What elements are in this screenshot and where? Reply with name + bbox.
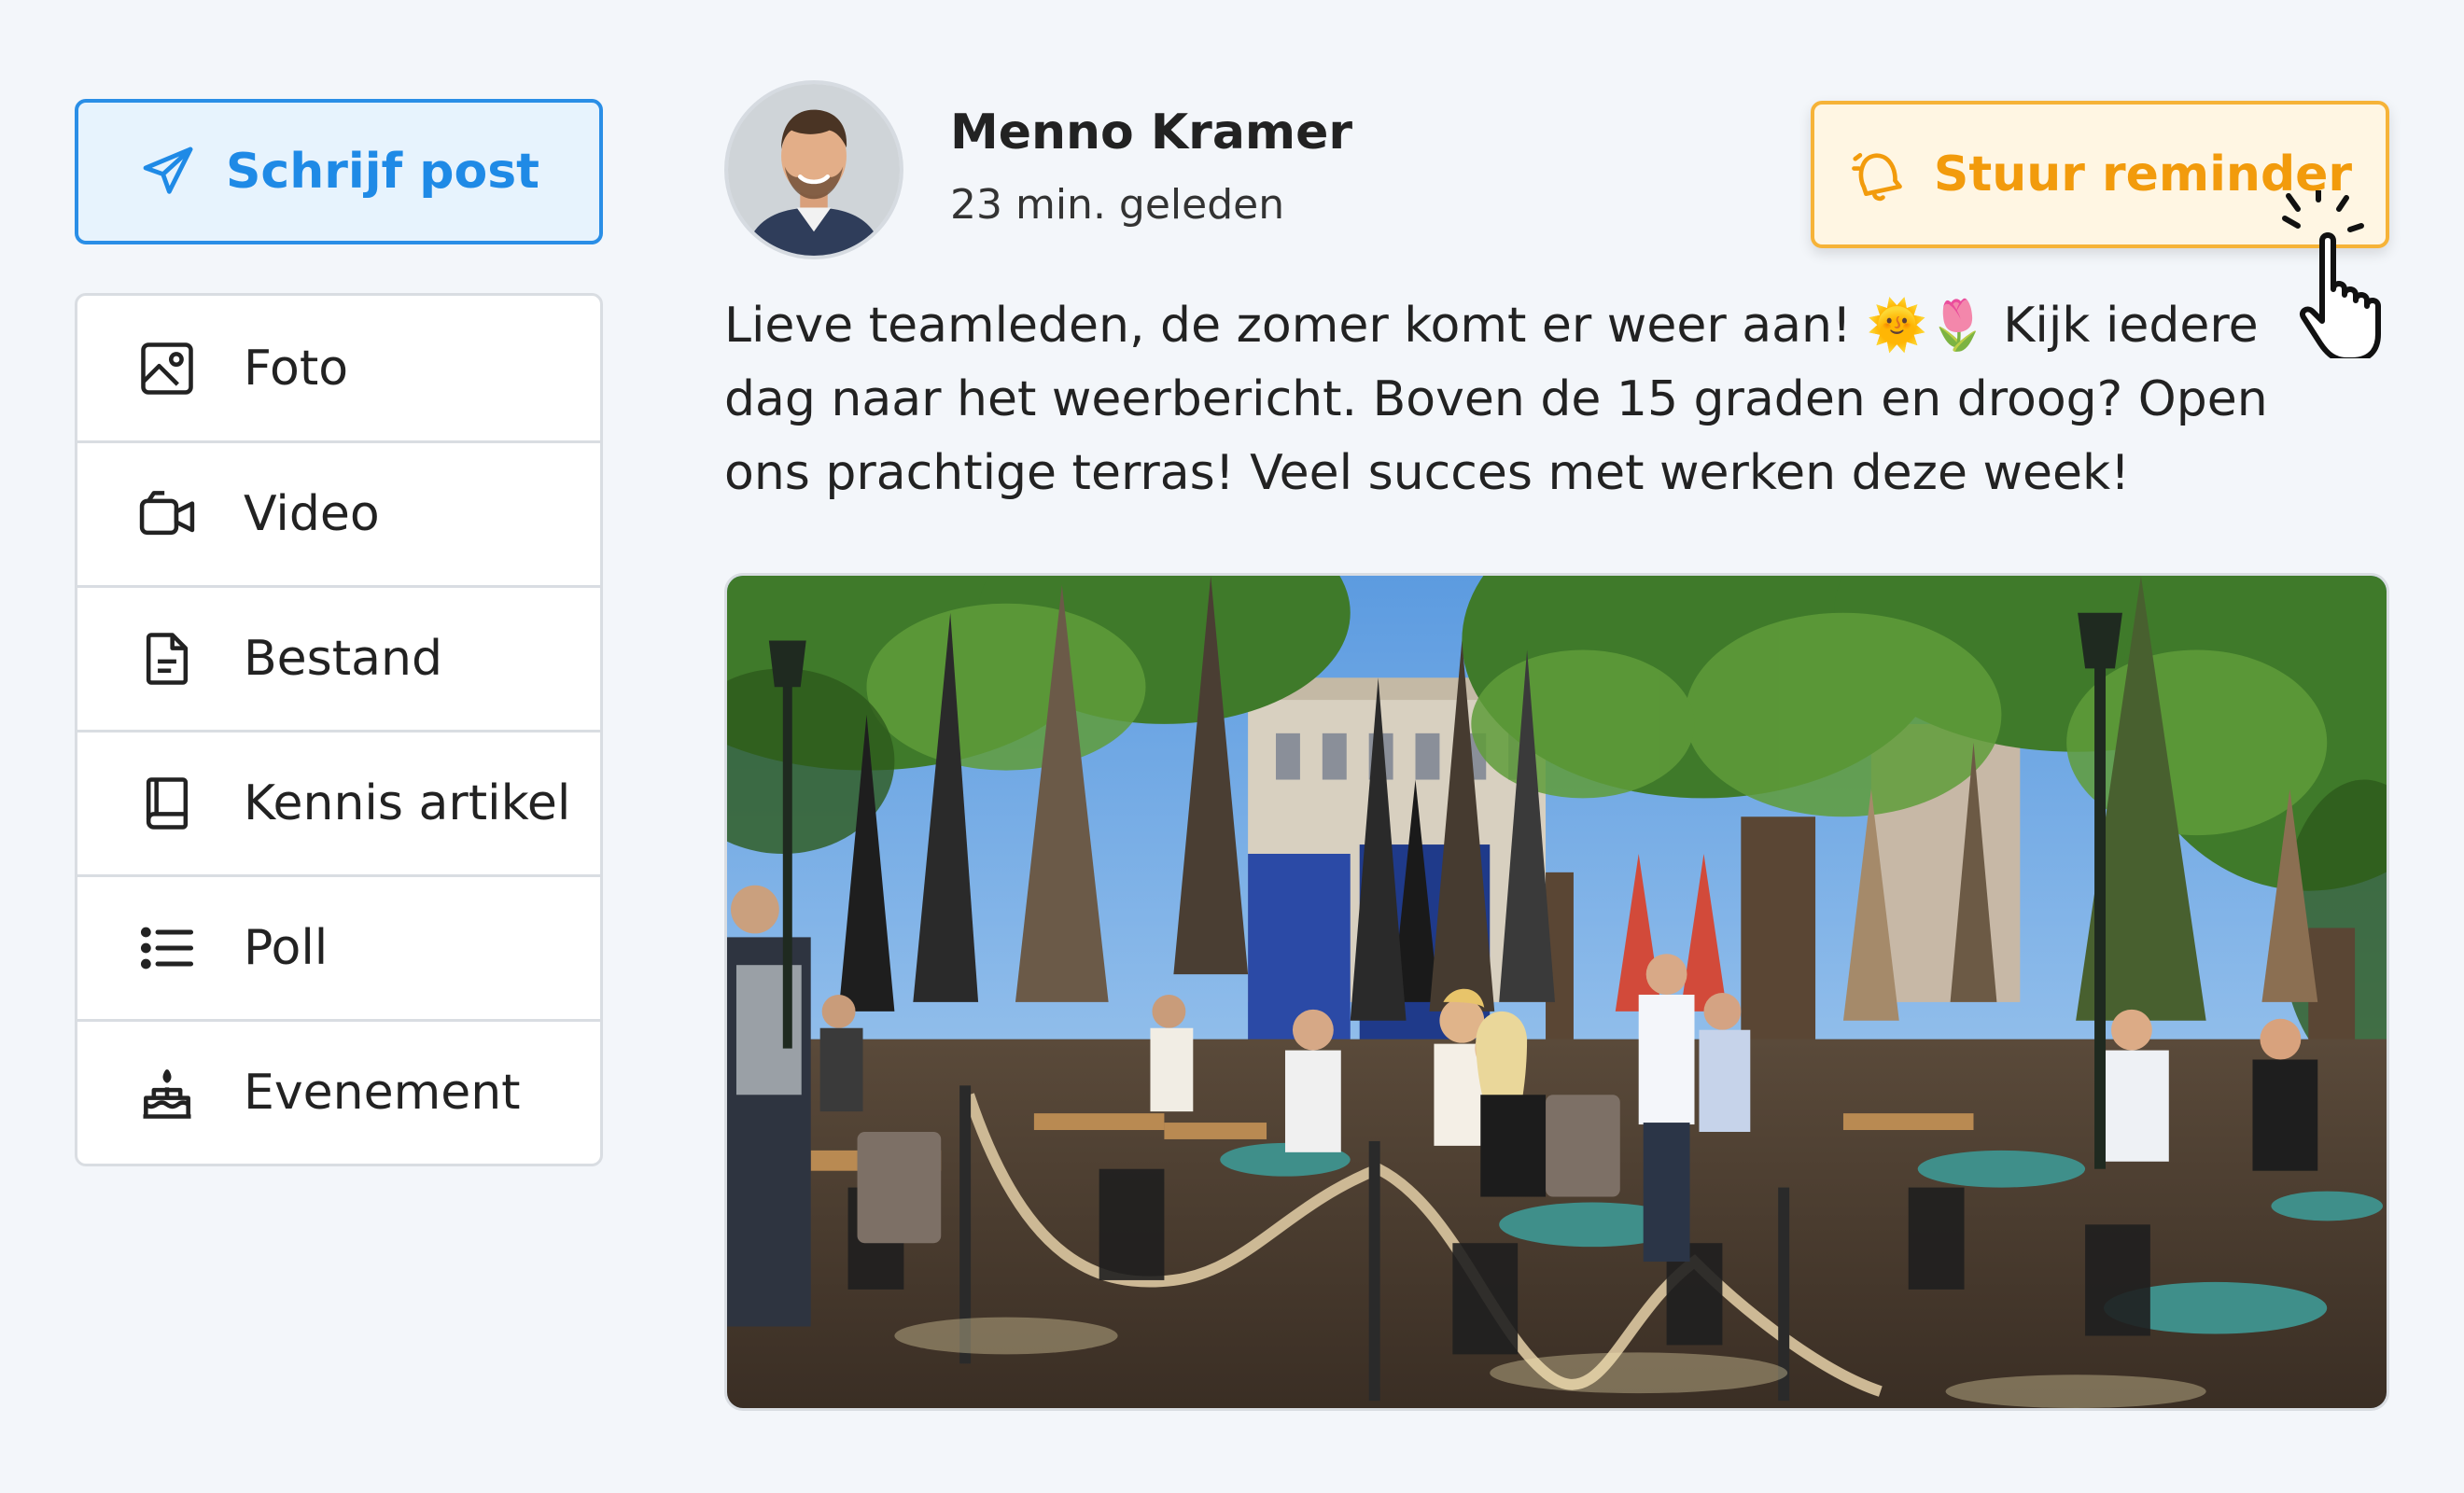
post-timestamp: 23 min. geleden xyxy=(950,181,1285,229)
menu-item-poll[interactable]: Poll xyxy=(77,874,600,1019)
file-icon xyxy=(135,627,199,691)
menu-item-label: Video xyxy=(244,486,380,542)
cake-icon xyxy=(135,1061,199,1124)
menu-item-kennis-artikel[interactable]: Kennis artikel xyxy=(77,730,600,874)
menu-item-evenement[interactable]: Evenement xyxy=(77,1019,600,1164)
list-icon xyxy=(135,916,199,980)
menu-item-label: Foto xyxy=(244,340,349,397)
menu-item-label: Bestand xyxy=(244,631,442,687)
author-name[interactable]: Menno Kramer xyxy=(950,105,1352,160)
menu-item-label: Kennis artikel xyxy=(244,775,571,831)
menu-item-video[interactable]: Video xyxy=(77,440,600,585)
send-icon xyxy=(143,147,193,194)
image-icon xyxy=(135,337,199,400)
post-type-menu: Foto Video Bestand Kennis artikel Poll E… xyxy=(75,293,603,1166)
write-post-label: Schrijf post xyxy=(225,144,540,200)
menu-item-bestand[interactable]: Bestand xyxy=(77,585,600,730)
video-camera-icon xyxy=(135,482,199,546)
avatar[interactable] xyxy=(724,80,903,259)
bell-icon xyxy=(1852,153,1902,202)
menu-item-label: Poll xyxy=(244,920,329,976)
menu-item-label: Evenement xyxy=(244,1065,521,1121)
post-body: Lieve teamleden, de zomer komt er weer a… xyxy=(724,298,2268,501)
write-post-button[interactable]: Schrijf post xyxy=(75,99,603,244)
book-icon xyxy=(135,772,199,835)
post-image[interactable] xyxy=(724,573,2389,1411)
menu-item-foto[interactable]: Foto xyxy=(77,296,600,440)
